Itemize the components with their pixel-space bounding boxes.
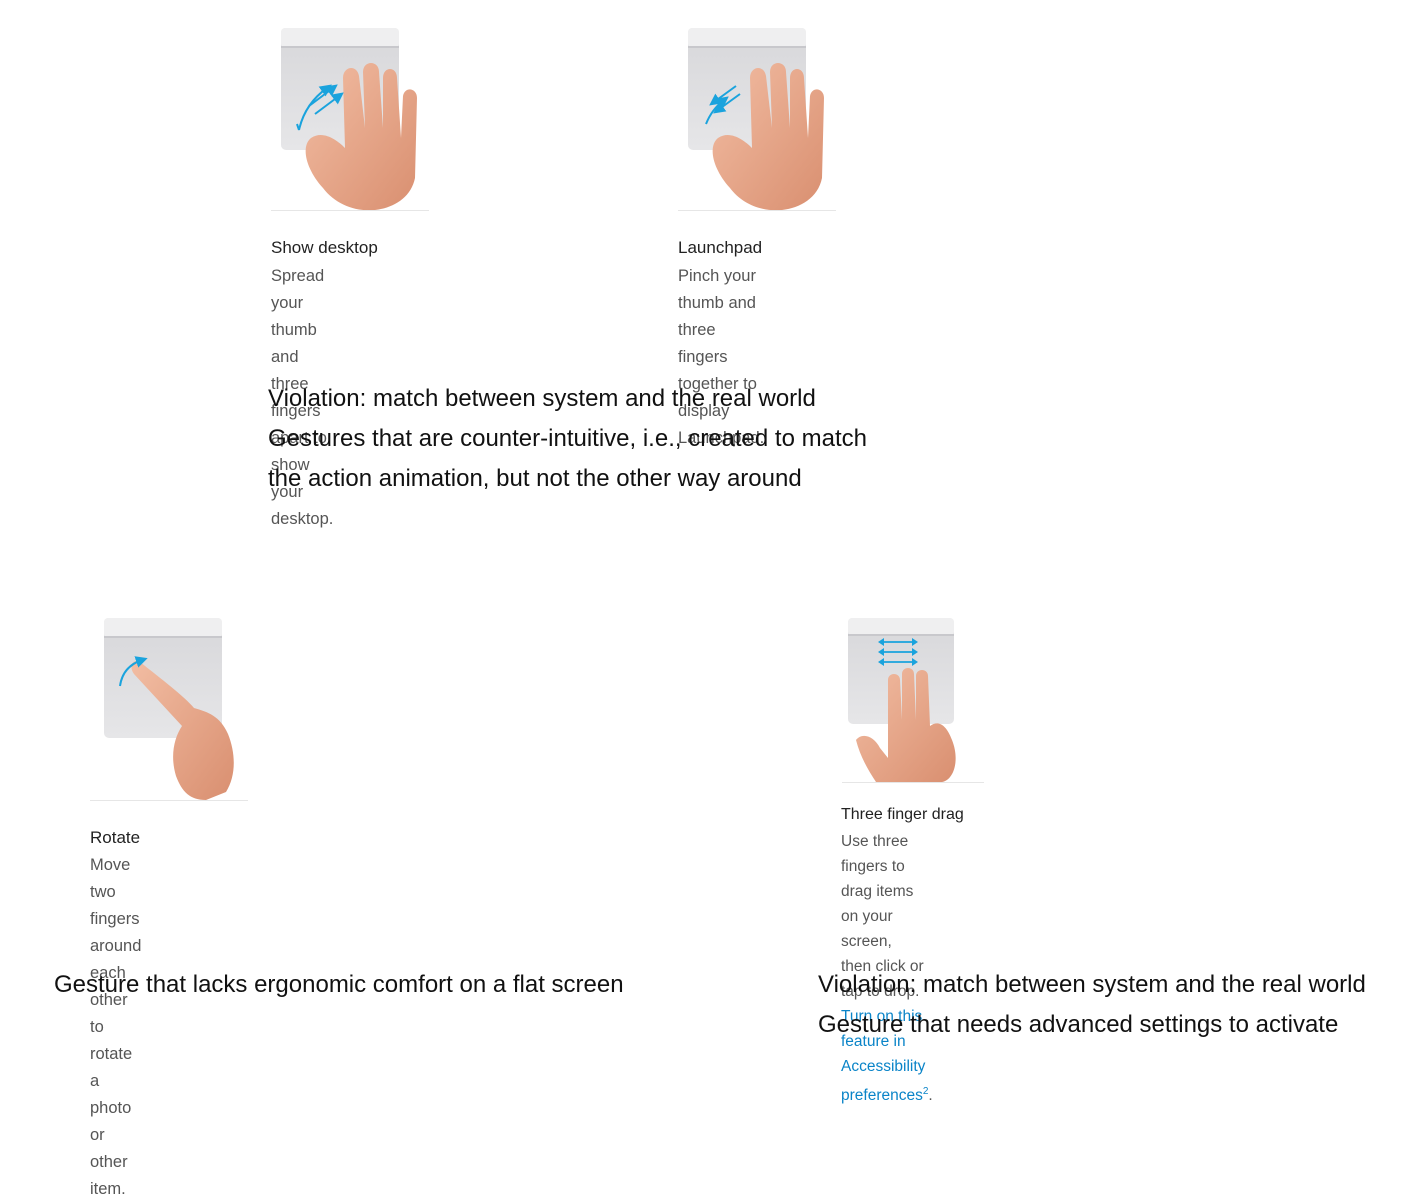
annotation-line: Gestures that are counter-intuitive, i.e… — [268, 425, 867, 452]
gesture-description-line: Pinch your thumb and three fingers toget… — [678, 267, 757, 393]
gesture-title: Show desktop — [271, 238, 378, 257]
annotation-line: the action animation, but not the other … — [268, 465, 802, 492]
accessibility-preferences-link[interactable]: Accessibility preferences — [841, 1058, 925, 1104]
gesture-title: Three finger drag — [841, 806, 964, 823]
hand-spread-icon — [271, 28, 431, 214]
annotation-line: Violation: match between system and the … — [818, 971, 1366, 998]
divider — [271, 210, 429, 211]
divider — [90, 800, 248, 801]
divider — [678, 210, 836, 211]
gesture-description-line: photo or other item. — [90, 1099, 132, 1198]
annotation-line: Gesture that lacks ergonomic comfort on … — [54, 971, 624, 998]
annotation-bottom-right: Violation: match between system and the … — [818, 965, 1366, 1045]
annotation-line: Violation: match between system and the … — [268, 385, 816, 412]
divider — [842, 782, 984, 783]
gesture-title: Launchpad — [678, 238, 763, 257]
annotation-line: Gesture that needs advanced settings to … — [818, 1011, 1339, 1038]
gesture-description: Move two fingers around each other to ro… — [90, 852, 141, 1203]
gesture-description-line: Use three fingers to drag items on your … — [841, 833, 914, 950]
gesture-title: Rotate — [90, 828, 141, 847]
hand-pinch-icon — [678, 28, 838, 214]
annotation-top: Violation: match between system and the … — [268, 379, 867, 499]
finger-rotate-icon — [90, 616, 250, 802]
sentence-end: . — [928, 1087, 933, 1105]
annotation-bottom-left: Gesture that lacks ergonomic comfort on … — [54, 965, 624, 1005]
three-finger-drag-icon — [842, 616, 988, 784]
